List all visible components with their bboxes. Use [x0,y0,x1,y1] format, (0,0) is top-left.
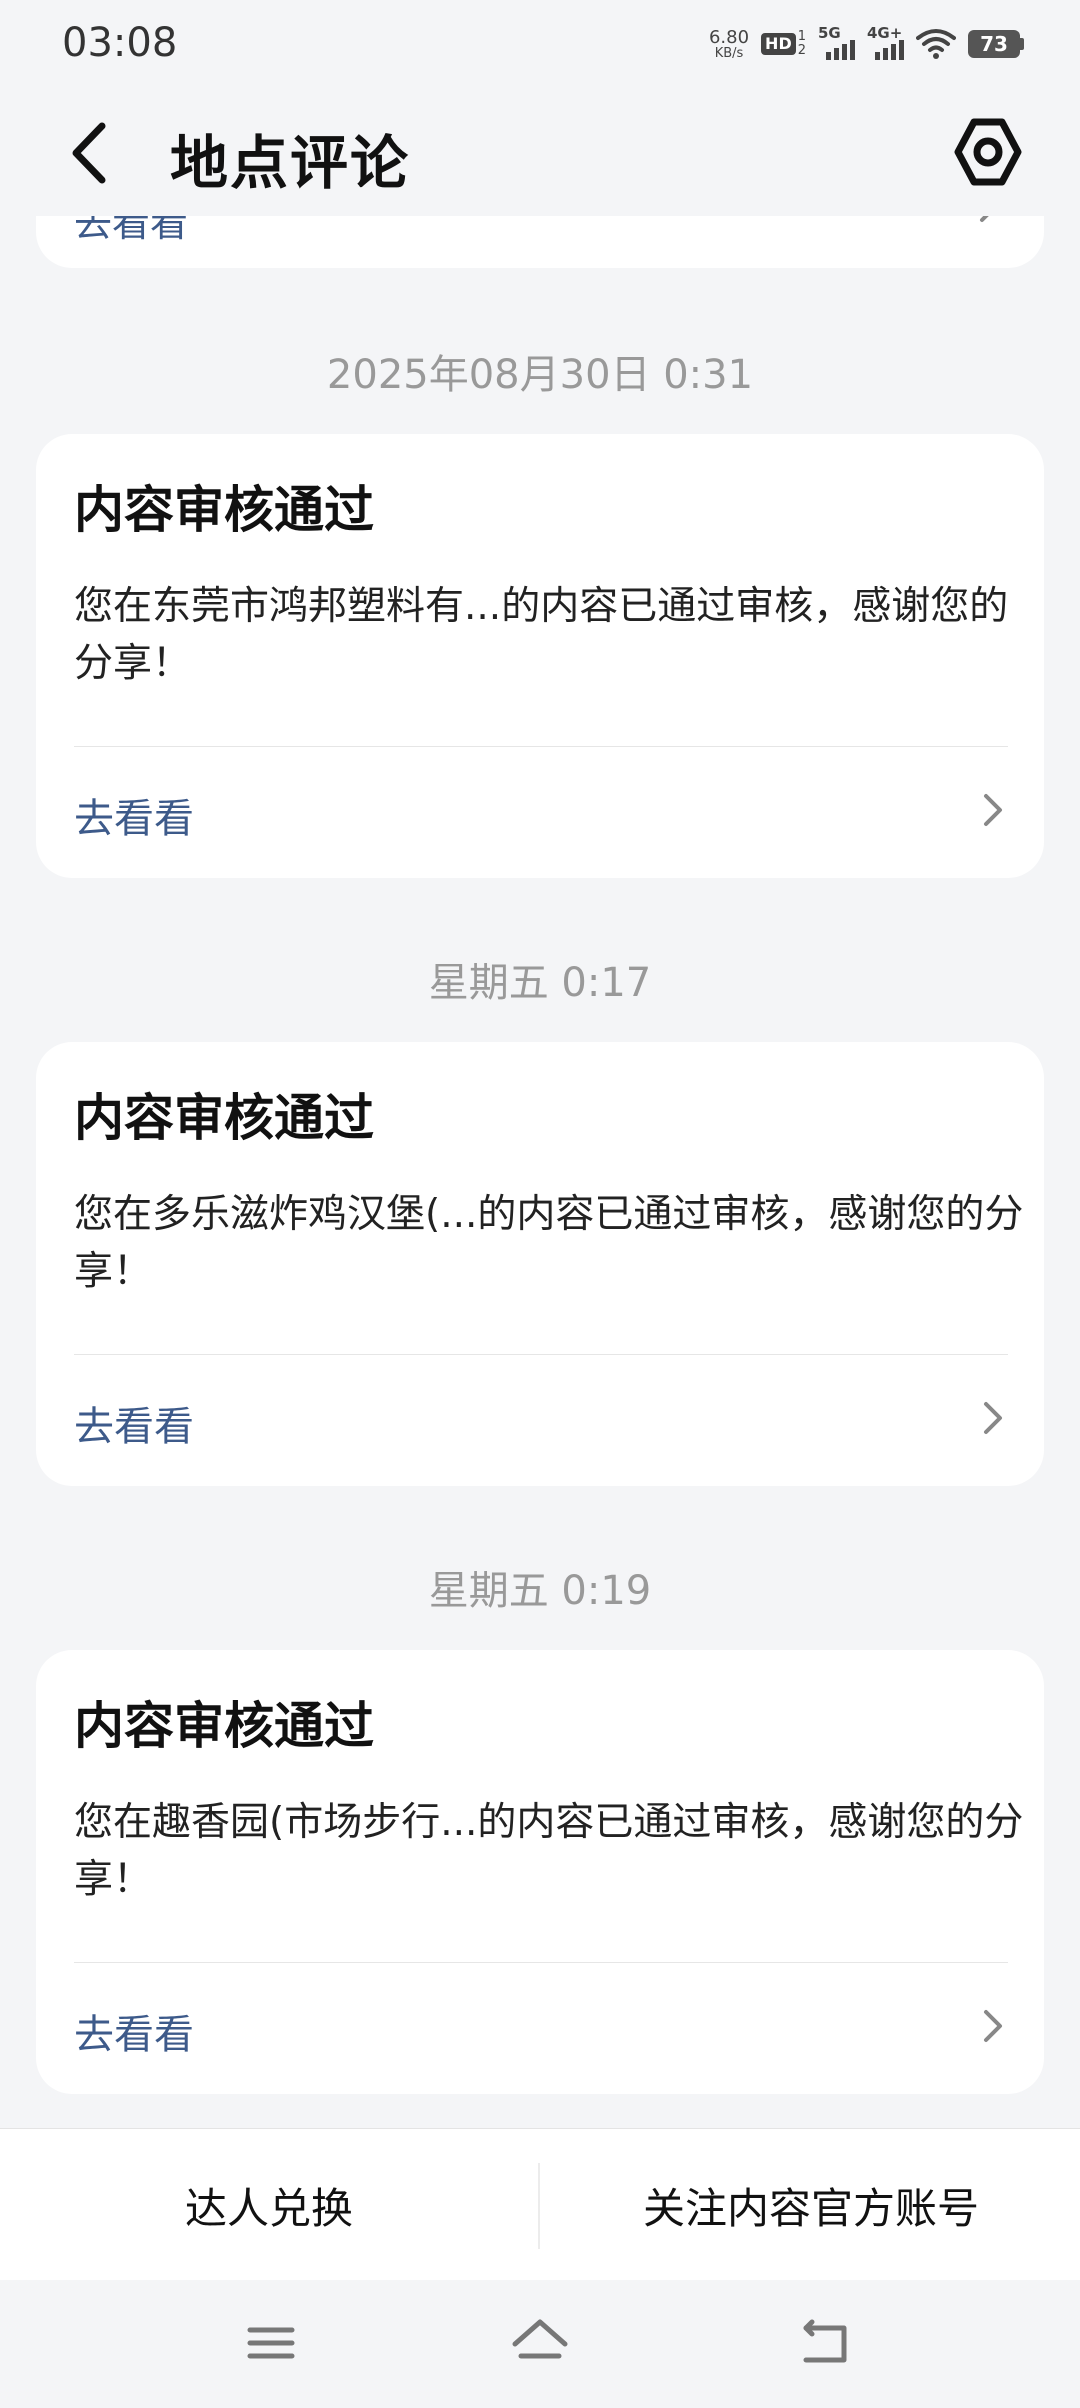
message-card[interactable]: 内容审核通过 您在东莞市鸿邦塑料有...的内容已通过审核，感谢您的分享！ 去看看 [36,434,1044,878]
chevron-right-icon [980,216,989,222]
view-link[interactable]: 去看看 [74,1394,194,1452]
back-nav-icon[interactable] [790,2308,860,2378]
settings-gear-icon[interactable] [948,112,1028,192]
message-title: 内容审核通过 [74,1697,374,1755]
back-arrow-icon[interactable] [62,118,122,188]
menu-icon[interactable] [236,2308,306,2378]
message-title: 内容审核通过 [74,481,374,539]
bottom-action-bar: 达人兑换 关注内容官方账号 [0,2128,1080,2280]
screen: 03:08 6.80 KB/s HD 1 2 5G 4G+ 73 地点评论 去看… [0,0,1080,2408]
home-icon[interactable] [505,2308,575,2378]
view-link[interactable]: 去看看 [74,2002,194,2060]
status-time: 03:08 [62,20,178,66]
message-timestamp: 星期五 0:17 [428,960,652,1006]
action-divider [538,2163,540,2249]
message-body: 您在东莞市鸿邦塑料有...的内容已通过审核，感谢您的分享！ [74,584,1009,686]
battery-level: 73 [968,30,1020,58]
hd-sim-indicator: 1 2 [798,30,806,57]
signal-5g-label: 5G [818,24,841,42]
status-icons: 6.80 KB/s HD 1 2 5G 4G+ 73 [709,20,1024,68]
chevron-right-icon[interactable] [978,2002,1008,2050]
page-title: 地点评论 [170,129,411,197]
card-divider [74,1962,1008,1963]
network-speed: 6.80 KB/s [708,26,750,61]
system-nav-bar [0,2280,1080,2408]
message-body: 您在趣香园(市场步行...的内容已通过审核，感谢您的分享！ [74,1800,1024,1902]
card-divider [74,746,1008,747]
message-title: 内容审核通过 [74,1089,374,1147]
app-header: 地点评论 [0,90,1080,216]
message-body: 您在多乐滋炸鸡汉堡(...的内容已通过审核，感谢您的分享！ [74,1192,1024,1294]
expert-exchange-button[interactable]: 达人兑换 [0,2129,538,2281]
hd-sub-top: 1 [797,29,806,45]
hd-sub-bottom: 2 [797,43,806,58]
hd-label: HD [761,33,796,55]
signal-4g-icon: 4G+ [867,24,904,60]
battery-icon: 73 [968,30,1024,58]
message-timestamp: 星期五 0:19 [428,1568,652,1614]
network-speed-unit: KB/s [714,45,744,61]
signal-5g-icon: 5G [818,24,855,60]
message-timestamp: 2025年08月30日 0:31 [326,352,754,398]
message-card[interactable]: 内容审核通过 您在趣香园(市场步行...的内容已通过审核，感谢您的分享！ 去看看 [36,1650,1044,2094]
network-speed-value: 6.80 [708,26,750,48]
message-card-partial[interactable]: 去看看 [36,216,1044,268]
view-link[interactable]: 去看看 [74,786,194,844]
card-divider [74,1354,1008,1355]
chevron-right-icon[interactable] [978,1394,1008,1442]
signal-4g-label: 4G+ [867,24,903,42]
wifi-icon [916,29,956,59]
message-card[interactable]: 内容审核通过 您在多乐滋炸鸡汉堡(...的内容已通过审核，感谢您的分享！ 去看看 [36,1042,1044,1486]
hd-voice-icon: HD 1 2 [761,30,806,57]
follow-official-account-button[interactable]: 关注内容官方账号 [542,2129,1080,2281]
status-bar: 03:08 6.80 KB/s HD 1 2 5G 4G+ 73 [0,0,1080,90]
chevron-right-icon[interactable] [978,786,1008,834]
message-list[interactable]: 去看看 2025年08月30日 0:31 内容审核通过 您在东莞市鸿邦塑料有..… [0,216,1080,2126]
view-link[interactable]: 去看看 [74,216,188,247]
